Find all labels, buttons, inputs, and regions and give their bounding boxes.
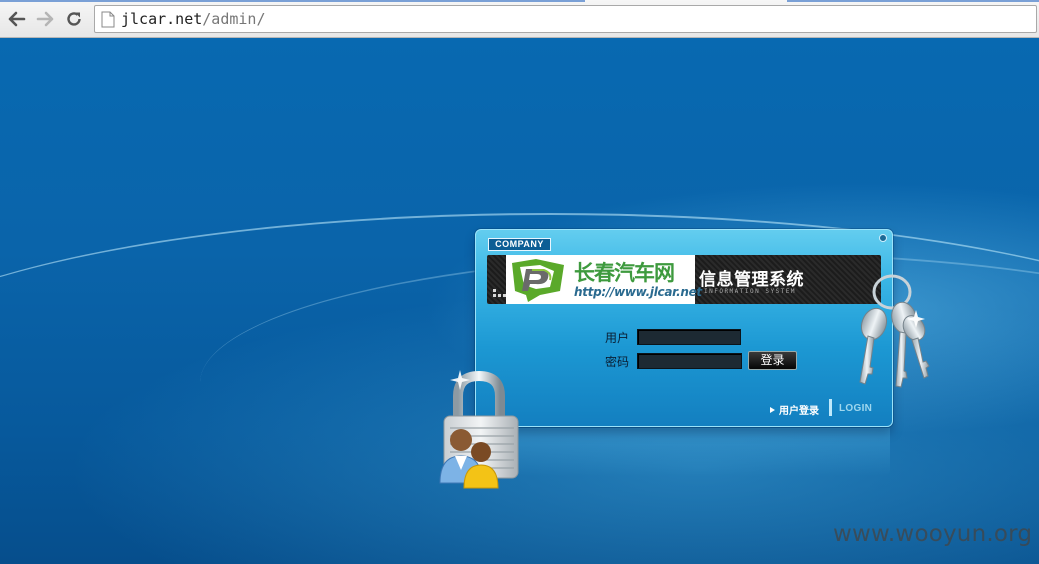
password-label: 密码 — [605, 355, 630, 369]
login-panel: COMPANY 长春汽车网 http://www.jlcar.net 信息管理系… — [475, 229, 893, 427]
site-logo: 长春汽车网 http://www.jlcar.net — [506, 255, 702, 304]
panel-reflection — [478, 428, 890, 476]
logo-url: http://www.jlcar.net — [574, 285, 702, 299]
forward-arrow-icon — [36, 11, 54, 27]
login-english-label: LOGIN — [839, 403, 873, 414]
tab-strip-right — [787, 0, 1039, 2]
footer-divider — [829, 399, 832, 416]
browser-toolbar: jlcar.net/admin/ — [0, 0, 1039, 38]
user-login-text: 用户登录 — [779, 406, 819, 417]
username-input[interactable] — [637, 329, 741, 345]
system-subtitle: INFORMATION SYSTEM — [704, 288, 797, 295]
username-label: 用户 — [605, 331, 630, 345]
company-badge: COMPANY — [488, 238, 551, 251]
padlock-users-icon — [439, 370, 519, 489]
login-button[interactable]: 登录 — [748, 351, 797, 370]
logo-name: 长春汽车网 — [574, 261, 675, 285]
triangle-icon — [770, 407, 775, 413]
reload-button[interactable] — [62, 7, 86, 31]
url-host: jlcar.net — [121, 10, 203, 28]
password-input[interactable] — [637, 353, 742, 369]
user-login-link[interactable]: 用户登录 — [770, 402, 819, 417]
url-path: /admin/ — [202, 10, 266, 28]
address-bar[interactable]: jlcar.net/admin/ — [94, 5, 1037, 33]
back-button[interactable] — [5, 7, 29, 31]
back-arrow-icon — [8, 11, 26, 27]
reload-icon — [67, 12, 81, 26]
forward-button[interactable] — [33, 7, 57, 31]
keys-icon — [859, 274, 930, 388]
header-banner: 长春汽车网 http://www.jlcar.net 信息管理系统 INFORM… — [487, 255, 881, 304]
page-icon — [101, 11, 115, 28]
tab-strip-left — [0, 0, 585, 2]
watermark: www.wooyun.org — [833, 521, 1033, 547]
system-title: 信息管理系统 — [699, 270, 804, 290]
logo-mark-icon — [512, 259, 564, 302]
address-url: jlcar.net/admin/ — [121, 10, 266, 28]
key-ring-hole — [879, 234, 887, 242]
